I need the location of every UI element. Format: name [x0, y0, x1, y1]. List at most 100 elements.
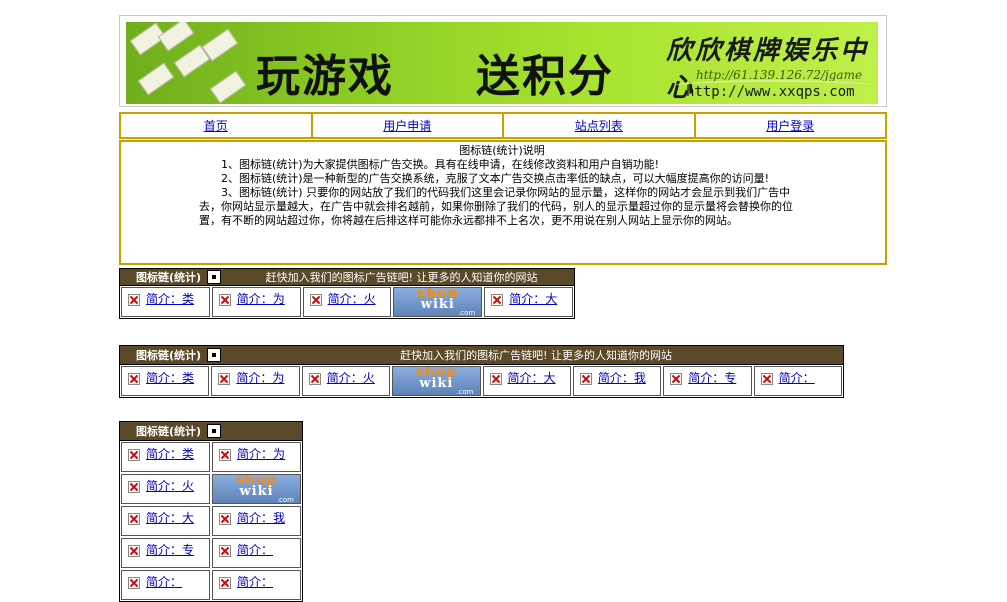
ad-cell[interactable]: 简介：大 — [482, 366, 571, 396]
ad-cell-label[interactable]: 简介： — [779, 371, 815, 385]
widget-header: 图标链(统计) — [119, 421, 303, 441]
shopwiki-logo-line3: .com — [276, 496, 294, 504]
ad-cell-label[interactable]: 简介： — [237, 543, 273, 557]
nav-home[interactable]: 首页 — [121, 114, 313, 137]
widget-ad-grid: 简介：类 简介：为 简介：火 shop wiki .com 简介：大 简介：我 简介：专 简介： — [119, 365, 844, 398]
ad-cell[interactable]: 简介：为 — [212, 442, 301, 472]
broken-image-icon — [219, 449, 231, 461]
ad-cell-label[interactable]: 简介：类 — [146, 447, 194, 461]
ad-cell[interactable]: 简介：大 — [484, 287, 573, 317]
ad-cell[interactable]: 简介： — [212, 570, 301, 600]
mahjong-tiles-graphic — [126, 22, 256, 104]
description-point-1: 1、图标链(统计)为大家提供图标广告交换。具有在线申请，在线修改资料和用户自销功… — [221, 158, 659, 171]
ad-cell[interactable]: 简介：专 — [121, 538, 210, 568]
shopwiki-logo[interactable]: shop wiki .com — [394, 288, 482, 316]
ad-cell[interactable]: 简介：为 — [211, 366, 300, 396]
broken-image-icon — [218, 294, 231, 306]
ad-cell[interactable]: 简介：类 — [121, 287, 210, 317]
widget-ad-grid: 简介：类 简介：为 简介：火 shop wiki .com 简介：大 简介：我 简介：专 简介：简… — [119, 441, 303, 602]
ad-cell-label[interactable]: 简介：类 — [146, 292, 194, 306]
ad-cell-shopwiki[interactable]: shop wiki .com — [392, 366, 481, 396]
ad-cell-label[interactable]: 简介：类 — [146, 371, 194, 385]
ad-cell-label[interactable]: 简介：火 — [327, 371, 375, 385]
widget-header: 图标链(统计) 赶快加入我们的图标广告链吧! 让更多的人知道你的网站 — [119, 268, 575, 286]
ad-cell[interactable]: 简介：火 — [301, 366, 391, 396]
ad-cell[interactable]: 简介：火 — [121, 474, 210, 504]
ad-cell-label[interactable]: 简介： — [146, 575, 182, 589]
ad-cell-label[interactable]: 简介： — [237, 575, 273, 589]
ad-cell[interactable]: 简介：火 — [302, 287, 392, 317]
broken-image-icon — [128, 294, 140, 306]
widget-promo-text[interactable]: 赶快加入我们的图标广告链吧! 让更多的人知道你的网站 — [229, 347, 843, 363]
ad-cell-label[interactable]: 简介：大 — [146, 511, 194, 525]
ad-cell[interactable]: 简介：我 — [572, 366, 662, 396]
shopwiki-logo-line2: wiki — [419, 376, 454, 391]
shopwiki-logo-line2: wiki — [239, 484, 274, 499]
broken-image-icon — [219, 545, 231, 557]
ad-cell[interactable]: 简介： — [753, 366, 842, 396]
ad-cell-label[interactable]: 简介：为 — [236, 371, 284, 385]
ad-cell-label[interactable]: 简介：大 — [508, 371, 556, 385]
ad-widget-horizontal-small: 图标链(统计) 赶快加入我们的图标广告链吧! 让更多的人知道你的网站 简介：类简… — [119, 268, 575, 319]
widget-ad-grid: 简介：类 简介：为 简介：火 shop wiki .com 简介：大 — [119, 286, 575, 319]
broken-image-icon — [309, 294, 322, 306]
ad-cell-label[interactable]: 简介：大 — [509, 292, 557, 306]
broken-image-icon — [128, 577, 140, 589]
ad-cell-shopwiki[interactable]: shop wiki .com — [393, 287, 483, 317]
widget-header: 图标链(统计) 赶快加入我们的图标广告链吧! 让更多的人知道你的网站 — [119, 345, 844, 365]
widget-toggle-icon[interactable] — [207, 424, 222, 438]
banner-image: 玩游戏 送积分 欣欣棋牌娱乐中心 http://61.139.126.72/jg… — [126, 22, 878, 104]
ad-cell-label[interactable]: 简介：我 — [237, 511, 285, 525]
broken-image-icon — [128, 545, 140, 557]
nav-user-apply[interactable]: 用户申请 — [313, 114, 504, 137]
ad-cell[interactable]: 简介： — [212, 538, 301, 568]
ad-cell-label[interactable]: 简介：我 — [598, 371, 646, 385]
banner-slogan-points: 送积分 — [476, 51, 614, 102]
ad-widget-vertical: 图标链(统计) 简介：类 简介：为简介：火 shop wiki .com 简介：大 简介：我… — [119, 421, 303, 602]
ad-cell-label[interactable]: 简介：为 — [237, 292, 285, 306]
ad-cell-label[interactable]: 简介：专 — [688, 371, 736, 385]
main-nav: 首页 用户申请 站点列表 用户登录 — [119, 112, 887, 139]
ad-cell[interactable]: 简介：我 — [212, 506, 301, 536]
broken-image-icon — [128, 481, 140, 493]
description-title: 图标链(统计)说明 — [459, 144, 545, 157]
shopwiki-logo[interactable]: shop wiki .com — [213, 475, 300, 503]
broken-image-icon — [128, 513, 140, 525]
broken-image-icon — [760, 373, 773, 385]
ad-cell[interactable]: 简介： — [121, 570, 210, 600]
broken-image-icon — [128, 449, 140, 461]
banner-slogan-play: 玩游戏 — [256, 51, 394, 102]
broken-image-icon — [219, 577, 231, 589]
widget-title: 图标链(统计) — [136, 271, 202, 284]
broken-image-icon — [218, 373, 231, 385]
ad-cell[interactable]: 简介：大 — [121, 506, 210, 536]
broken-image-icon — [128, 373, 140, 385]
ad-cell-shopwiki[interactable]: shop wiki .com — [212, 474, 301, 504]
broken-image-icon — [670, 373, 683, 385]
widget-toggle-icon[interactable] — [207, 270, 222, 284]
description-point-2: 2、图标链(统计)是一种新型的广告交换系统，克服了文本广告交换点击率低的缺点，可… — [221, 172, 769, 185]
shopwiki-logo[interactable]: shop wiki .com — [393, 367, 480, 395]
ad-cell[interactable]: 简介：专 — [663, 366, 752, 396]
ad-cell-label[interactable]: 简介：专 — [146, 543, 194, 557]
nav-site-list[interactable]: 站点列表 — [504, 114, 696, 137]
widget-title: 图标链(统计) — [136, 425, 202, 438]
broken-image-icon — [489, 373, 502, 385]
nav-user-login[interactable]: 用户登录 — [696, 114, 886, 137]
banner-url: http://www.xxqps.com — [674, 80, 874, 100]
ad-cell-label[interactable]: 简介：火 — [328, 292, 376, 306]
ad-cell[interactable]: 简介：类 — [121, 442, 210, 472]
widget-promo-text[interactable]: 赶快加入我们的图标广告链吧! 让更多的人知道你的网站 — [229, 269, 574, 285]
broken-image-icon — [579, 373, 592, 385]
ad-cell-label[interactable]: 简介：火 — [146, 479, 194, 493]
ad-cell-label[interactable]: 简介：为 — [237, 447, 285, 461]
widget-title: 图标链(统计) — [136, 349, 202, 362]
ad-cell[interactable]: 简介：类 — [121, 366, 210, 396]
broken-image-icon — [308, 373, 321, 385]
description-point-3: 3、图标链(统计) 只要你的网站放了我们的代码我们这里会记录你网站的显示量，这样… — [199, 186, 793, 227]
description-panel: 图标链(统计)说明 1、图标链(统计)为大家提供图标广告交换。具有在线申请，在线… — [119, 140, 887, 265]
ad-cell[interactable]: 简介：为 — [211, 287, 301, 317]
widget-toggle-icon[interactable] — [207, 348, 222, 362]
site-banner[interactable]: 玩游戏 送积分 欣欣棋牌娱乐中心 http://61.139.126.72/jg… — [119, 15, 887, 107]
shopwiki-logo-line2: wiki — [420, 297, 455, 312]
